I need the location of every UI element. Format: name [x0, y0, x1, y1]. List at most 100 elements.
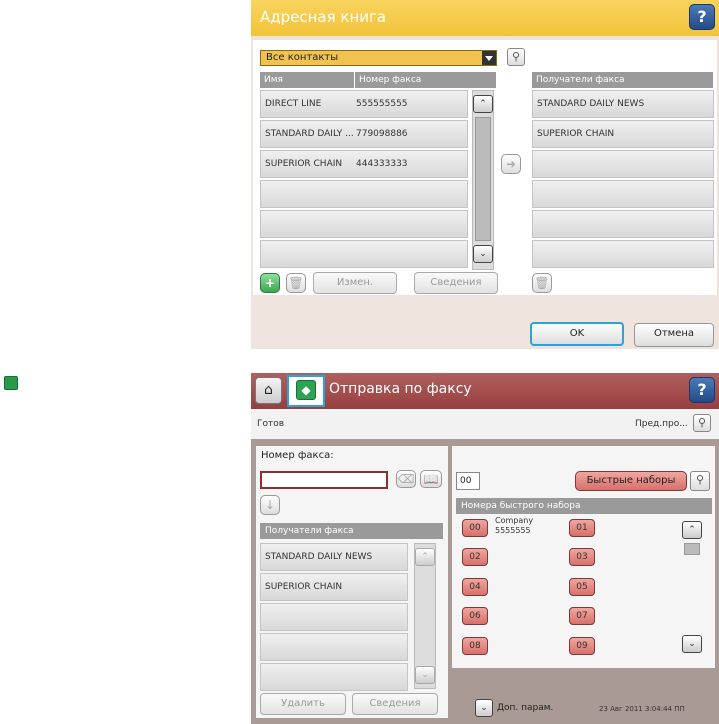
scroll-up-button[interactable]: ⌃ — [473, 95, 493, 113]
scroll-down-button[interactable]: ⌄ — [415, 666, 435, 684]
speed-dials-button[interactable]: Быстрые наборы — [575, 471, 687, 491]
list-item[interactable] — [532, 240, 714, 268]
list-item[interactable]: SUPERIOR CHAIN — [532, 120, 714, 148]
speed-dial-00-number: 5555555 — [495, 526, 531, 535]
address-book-button[interactable]: 📖 — [420, 470, 442, 488]
book-icon: 📖 — [423, 472, 439, 486]
recipients-list: STANDARD DAILY NEWS SUPERIOR CHAIN — [260, 543, 408, 691]
speed-dial-input[interactable]: 00 — [456, 472, 480, 490]
add-to-recipients-button[interactable]: ➜ — [501, 154, 521, 174]
home-icon: ⌂ — [264, 382, 273, 398]
preview-button[interactable]: ⚲ — [693, 414, 711, 432]
add-recipient-button[interactable]: ↓ — [260, 495, 280, 515]
list-item[interactable]: DIRECT LINE 555555555 — [260, 90, 468, 118]
status-bar: Готов Пред.про... ⚲ — [251, 409, 719, 439]
send-fax-header: ⌂ ◆ Отправка по факсу ? — [251, 373, 719, 409]
list-item[interactable] — [260, 210, 468, 238]
page-title: Адресная книга — [260, 8, 387, 26]
speed-dial-03[interactable]: 03 — [569, 548, 595, 566]
magnifier-icon: ⚲ — [695, 473, 705, 486]
address-book-header: Адресная книга ? — [251, 0, 719, 36]
speed-dial-00[interactable]: 00 — [462, 519, 488, 537]
speed-scroll-up-button[interactable]: ⌃ — [682, 521, 702, 539]
speed-scroll-thumb[interactable] — [684, 543, 700, 555]
backspace-icon: ⌫ — [397, 472, 415, 486]
start-icon — [4, 376, 18, 390]
help-button[interactable]: ? — [689, 4, 715, 30]
add-contact-button[interactable]: + — [260, 273, 280, 293]
list-item[interactable] — [532, 210, 714, 238]
speed-dial-05[interactable]: 05 — [569, 578, 595, 596]
list-item[interactable] — [260, 663, 408, 691]
magnifier-icon: ⚲ — [697, 416, 707, 429]
chevron-down-icon: ⌄ — [480, 703, 488, 713]
list-item[interactable]: STANDARD DAILY NEWS — [260, 543, 408, 571]
address-book-screen: Адресная книга ? Все контакты ⚲ Имя Номе… — [251, 0, 719, 349]
send-fax-screen: ⌂ ◆ Отправка по факсу ? Готов Пред.про..… — [251, 373, 719, 724]
ok-button[interactable]: OK — [530, 322, 624, 346]
speed-dial-07[interactable]: 07 — [569, 607, 595, 625]
delete-contact-button[interactable]: 🗑 — [286, 273, 306, 293]
list-item[interactable] — [260, 240, 468, 268]
home-button[interactable]: ⌂ — [255, 377, 282, 404]
scroll-thumb[interactable] — [475, 117, 491, 241]
status-text: Готов — [257, 419, 285, 429]
col-name-header: Имя — [260, 72, 355, 88]
scroll-down-button[interactable]: ⌄ — [473, 245, 493, 263]
details-button[interactable]: Сведения — [352, 693, 438, 715]
contacts-dropdown[interactable]: Все контакты — [260, 50, 497, 66]
fax-number-label: Номер факса: — [261, 450, 334, 461]
fax-number-input[interactable] — [260, 471, 388, 489]
list-item[interactable]: SUPERIOR CHAIN — [260, 573, 408, 601]
chevron-up-icon: ⌃ — [479, 99, 487, 109]
list-item[interactable] — [260, 603, 408, 631]
speed-dial-01[interactable]: 01 — [569, 519, 595, 537]
col-fax-header: Номер факса — [355, 72, 497, 88]
magnifier-icon: ⚲ — [511, 50, 521, 63]
speed-scroll-down-button[interactable]: ⌄ — [682, 635, 702, 653]
recipients-scrollbar[interactable]: ⌃ ⌄ — [414, 543, 436, 689]
recipients-list: STANDARD DAILY NEWS SUPERIOR CHAIN — [532, 90, 714, 268]
recipients-header: Получатели факса — [260, 523, 443, 539]
chevron-down-icon: ⌄ — [688, 639, 696, 649]
details-button[interactable]: Сведения — [414, 272, 498, 294]
speed-dial-06[interactable]: 06 — [462, 607, 488, 625]
speed-dial-08[interactable]: 08 — [462, 637, 488, 655]
speed-dial-04[interactable]: 04 — [462, 578, 488, 596]
speed-dial-09[interactable]: 09 — [569, 637, 595, 655]
help-button[interactable]: ? — [689, 377, 715, 403]
plus-icon: + — [264, 276, 276, 290]
start-icon: ◆ — [296, 380, 316, 400]
cancel-button[interactable]: Отмена — [634, 323, 714, 347]
speed-dial-search-button[interactable]: ⚲ — [690, 471, 710, 491]
col-recipients-header: Получатели факса — [532, 72, 714, 88]
trash-icon: 🗑 — [288, 276, 304, 290]
remove-recipient-button[interactable]: 🗑 — [532, 273, 552, 293]
scroll-up-button[interactable]: ⌃ — [415, 548, 435, 566]
edit-button[interactable]: Измен. — [313, 272, 397, 294]
chevron-up-icon: ⌃ — [688, 525, 696, 535]
delete-button[interactable]: Удалить — [260, 693, 346, 715]
search-button[interactable]: ⚲ — [507, 48, 525, 66]
speed-dial-02[interactable]: 02 — [462, 548, 488, 566]
chevron-down-icon — [482, 51, 496, 65]
datetime: 23 Авг 2011 3:04:44 ПП — [599, 705, 685, 713]
list-item[interactable] — [532, 150, 714, 178]
dropdown-value: Все контакты — [266, 52, 339, 63]
more-options-label: Доп. парам. — [497, 703, 554, 713]
list-item[interactable] — [260, 633, 408, 661]
list-item[interactable]: STANDARD DAILY NEWS — [532, 90, 714, 118]
arrow-right-icon: ➜ — [505, 157, 517, 171]
list-item[interactable] — [532, 180, 714, 208]
chevron-up-icon: ⌃ — [421, 552, 429, 562]
list-item[interactable]: SUPERIOR CHAIN 444333333 — [260, 150, 468, 178]
contacts-list: DIRECT LINE 555555555 STANDARD DAILY ... 7… — [260, 90, 468, 268]
list-item[interactable]: STANDARD DAILY ... 779098886 — [260, 120, 468, 148]
backspace-button[interactable]: ⌫ — [396, 470, 416, 488]
start-button[interactable]: ◆ — [287, 375, 325, 407]
list-item[interactable] — [260, 180, 468, 208]
contacts-scrollbar[interactable]: ⌃ ⌄ — [472, 90, 494, 270]
arrow-down-icon: ↓ — [264, 498, 276, 512]
more-options-button[interactable]: ⌄ — [475, 699, 493, 717]
preview-label: Пред.про... — [635, 419, 688, 429]
